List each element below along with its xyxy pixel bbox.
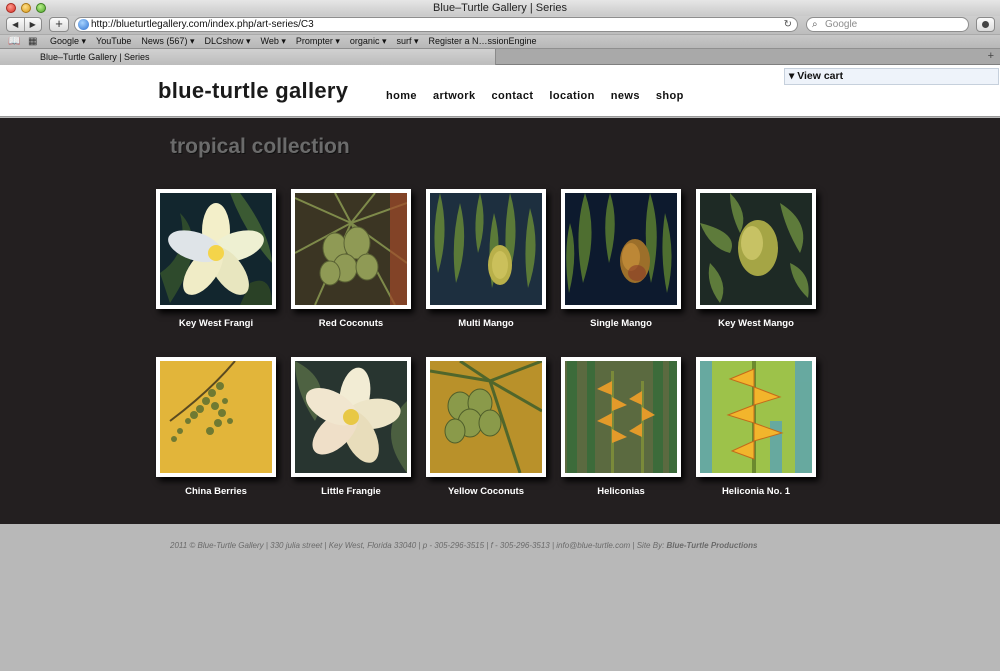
bookmark-item[interactable]: surf ▾: [396, 35, 418, 48]
china-berries-painting[interactable]: [160, 360, 272, 473]
collection-title: tropical collection: [170, 135, 350, 158]
view-cart-label: ▾ View cart: [789, 70, 844, 82]
artwork-thumb[interactable]: Yellow Coconuts: [426, 357, 546, 497]
artwork-frame[interactable]: [156, 357, 276, 477]
bookmark-item[interactable]: DLCshow ▾: [204, 35, 250, 48]
frangipani-painting[interactable]: [160, 193, 272, 305]
new-tab-button[interactable]: +: [988, 49, 994, 64]
search-icon: ⌕: [812, 19, 818, 30]
artwork-frame[interactable]: [426, 357, 546, 477]
red-coconuts-painting[interactable]: [294, 192, 408, 306]
artwork-thumb[interactable]: Key West Frangi: [156, 189, 276, 329]
artwork-thumb[interactable]: Heliconias: [561, 357, 681, 497]
search-field[interactable]: ⌕ Google: [806, 17, 969, 32]
nav-link-contact[interactable]: contact: [491, 90, 533, 102]
artwork-title[interactable]: Key West Mango: [696, 318, 816, 329]
nav-link-artwork[interactable]: artwork: [433, 90, 476, 102]
reading-list-icon[interactable]: 📖: [8, 36, 20, 48]
history-buttons: ◀ ▶: [6, 17, 42, 32]
site-logo[interactable]: blue-turtle gallery: [158, 78, 348, 104]
bookmark-item[interactable]: Prompter ▾: [296, 35, 340, 48]
heliconias-painting[interactable]: [565, 361, 677, 473]
bookmarks-bar: 📖 ▦ Google ▾ YouTube News (567) ▾ DLCshow ▾…: [0, 34, 1000, 48]
url-text[interactable]: http://blueturtlegallery.com/index.php/a…: [91, 18, 314, 31]
nav-link-location[interactable]: location: [549, 90, 594, 102]
artwork-title[interactable]: Yellow Coconuts: [426, 486, 546, 497]
site-footer: 2011 © Blue-Turtle Gallery | 330 julia s…: [170, 541, 757, 550]
yellow-coconuts-painting[interactable]: [429, 359, 543, 474]
bookmark-list: Google ▾ YouTube News (567) ▾ DLCshow ▾ Web …: [50, 35, 537, 48]
bookmark-item[interactable]: Web ▾: [261, 35, 286, 48]
artwork-frame[interactable]: [696, 189, 816, 309]
artwork-thumb[interactable]: Multi Mango: [426, 189, 546, 329]
bookmark-item[interactable]: YouTube: [96, 35, 131, 48]
artwork-thumb[interactable]: Heliconia No. 1: [696, 357, 816, 497]
artwork-title[interactable]: Little Frangie: [291, 486, 411, 497]
artwork-frame[interactable]: [561, 189, 681, 309]
forward-button[interactable]: ▶: [23, 18, 42, 31]
tab-title: Blue–Turtle Gallery | Series: [40, 52, 150, 62]
artwork-title[interactable]: Key West Frangi: [156, 318, 276, 329]
window-title: Blue–Turtle Gallery | Series: [433, 2, 567, 14]
artwork-frame[interactable]: [696, 357, 816, 477]
reload-icon[interactable]: ↻: [784, 18, 792, 31]
artwork-thumb[interactable]: Key West Mango: [696, 189, 816, 329]
main-nav: home artwork contact location news shop: [386, 90, 684, 102]
artwork-thumb[interactable]: Little Frangie: [291, 357, 411, 497]
little-frangie-painting[interactable]: [295, 361, 407, 473]
footer-credit-link[interactable]: Blue-Turtle Productions: [667, 541, 758, 550]
window-titlebar: Blue–Turtle Gallery | Series: [0, 0, 1000, 16]
multi-mango-painting[interactable]: [430, 193, 542, 305]
key-west-mango-painting[interactable]: [700, 193, 812, 305]
nav-link-home[interactable]: home: [386, 90, 417, 102]
collection-section: tropical collection Key West Frangi Red …: [0, 118, 1000, 524]
artwork-thumb[interactable]: China Berries: [156, 357, 276, 497]
bookmark-item[interactable]: Google ▾: [50, 35, 86, 48]
artwork-title[interactable]: Multi Mango: [426, 318, 546, 329]
active-tab[interactable]: Blue–Turtle Gallery | Series: [0, 49, 496, 65]
address-bar[interactable]: http://blueturtlegallery.com/index.php/a…: [74, 17, 798, 32]
artwork-title[interactable]: China Berries: [156, 486, 276, 497]
site-header: blue-turtle gallery home artwork contact lo…: [0, 65, 1000, 117]
artwork-title[interactable]: Heliconias: [561, 486, 681, 497]
heliconia-no-1-painting[interactable]: [700, 361, 812, 473]
artwork-frame[interactable]: [156, 189, 276, 309]
nav-link-shop[interactable]: shop: [656, 90, 684, 102]
bookmark-item[interactable]: News (567) ▾: [141, 35, 194, 48]
close-window-button[interactable]: [6, 3, 16, 13]
view-cart-button[interactable]: ▾ View cart: [784, 68, 999, 85]
artwork-title[interactable]: Single Mango: [561, 318, 681, 329]
bookmark-item[interactable]: Register a N…ssionEngine: [429, 35, 537, 48]
artwork-frame[interactable]: [561, 357, 681, 477]
top-sites-icon[interactable]: ▦: [28, 36, 37, 48]
minimize-window-button[interactable]: [21, 3, 31, 13]
gear-icon: [982, 21, 989, 28]
single-mango-painting[interactable]: [565, 193, 677, 305]
artwork-frame[interactable]: [291, 357, 411, 477]
action-menu-button[interactable]: [976, 17, 995, 32]
browser-toolbar: ◀ ▶ + http://blueturtlegallery.com/index…: [0, 16, 1000, 34]
add-bookmark-button[interactable]: +: [49, 17, 69, 32]
artwork-title[interactable]: Heliconia No. 1: [696, 486, 816, 497]
globe-icon: [78, 19, 89, 30]
artwork-thumb[interactable]: Red Coconuts: [291, 189, 411, 329]
artwork-title[interactable]: Red Coconuts: [291, 318, 411, 329]
search-placeholder: Google: [825, 19, 858, 30]
bookmark-item[interactable]: organic ▾: [350, 35, 387, 48]
artwork-frame[interactable]: [426, 189, 546, 309]
artwork-thumb[interactable]: Single Mango: [561, 189, 681, 329]
zoom-window-button[interactable]: [36, 3, 46, 13]
footer-text: 2011 © Blue-Turtle Gallery | 330 julia s…: [170, 541, 667, 550]
back-button[interactable]: ◀: [7, 18, 24, 31]
artwork-frame[interactable]: [291, 189, 411, 309]
nav-link-news[interactable]: news: [611, 90, 640, 102]
tab-bar: Blue–Turtle Gallery | Series +: [0, 48, 1000, 65]
